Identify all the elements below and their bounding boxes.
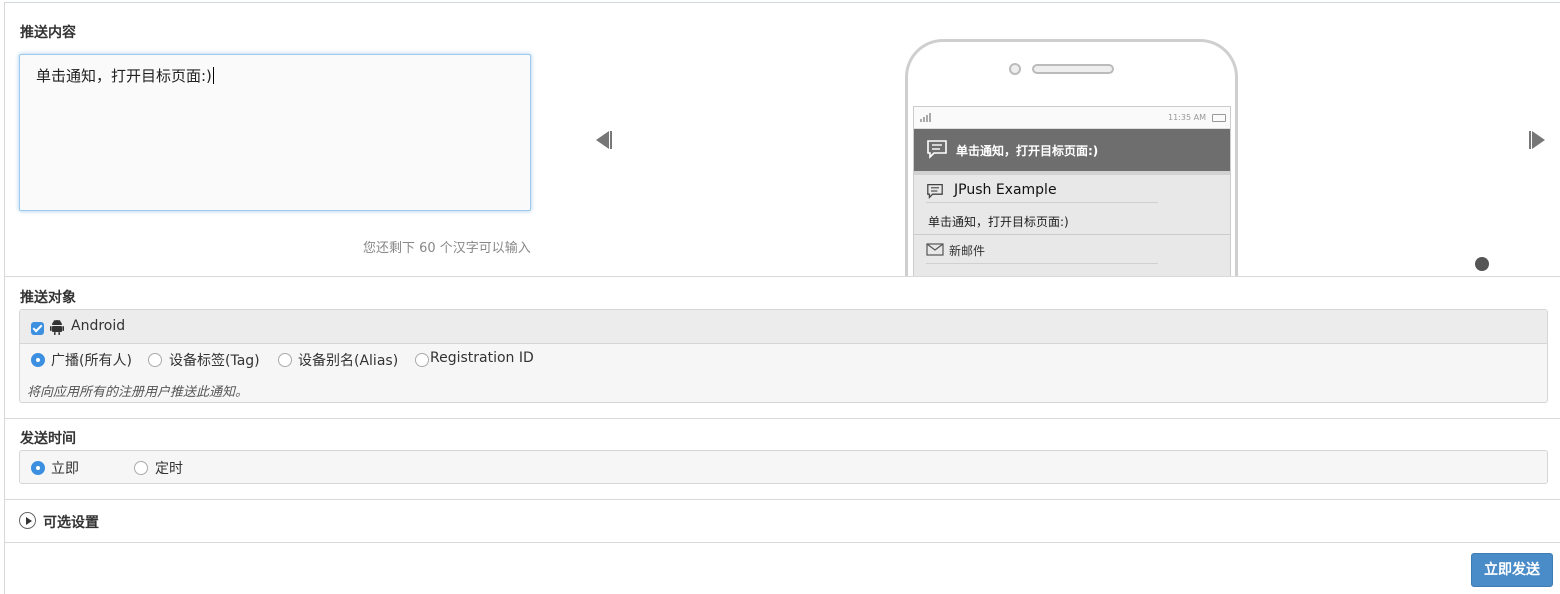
radio-send-now[interactable] bbox=[31, 461, 45, 475]
android-icon bbox=[50, 319, 64, 335]
target-section-title: 推送对象 bbox=[20, 290, 76, 306]
radio-scheduled-label[interactable]: 定时 bbox=[155, 458, 183, 478]
time-section-title: 发送时间 bbox=[20, 431, 76, 447]
radio-broadcast-label[interactable]: 广播(所有人) bbox=[51, 350, 132, 370]
radio-registration-id[interactable] bbox=[415, 353, 429, 367]
next-arrow-icon[interactable] bbox=[1527, 129, 1547, 151]
radio-tag[interactable] bbox=[148, 353, 162, 367]
text-cursor bbox=[212, 67, 214, 84]
radio-tag-label[interactable]: 设备标签(Tag) bbox=[169, 350, 260, 370]
prev-arrow-icon[interactable] bbox=[594, 129, 614, 151]
remaining-chars-hint: 您还剩下 60 个汉字可以输入 bbox=[363, 241, 531, 256]
optional-settings-toggle[interactable]: 可选设置 bbox=[43, 512, 99, 532]
time-panel: 立即 定时 bbox=[19, 450, 1548, 484]
platform-header: Android bbox=[20, 310, 1547, 344]
android-checkbox[interactable] bbox=[31, 322, 44, 335]
target-hint: 将向应用所有的注册用户推送此通知。 bbox=[27, 385, 249, 400]
radio-send-now-label[interactable]: 立即 bbox=[51, 458, 79, 478]
push-content-textarea[interactable]: 单击通知，打开目标页面:) bbox=[19, 54, 531, 211]
radio-broadcast[interactable] bbox=[31, 353, 45, 367]
divider bbox=[5, 499, 1560, 500]
expand-triangle-icon[interactable] bbox=[19, 512, 36, 529]
divider bbox=[5, 542, 1560, 543]
content-section-title: 推送内容 bbox=[20, 25, 76, 41]
android-label: Android bbox=[71, 318, 126, 334]
divider bbox=[5, 276, 1560, 277]
target-panel: Android 广播(所有人) 设备标签(Tag) 设备别名(Alias) Re… bbox=[19, 309, 1548, 403]
radio-alias-label[interactable]: 设备别名(Alias) bbox=[298, 350, 398, 370]
divider bbox=[5, 418, 1560, 419]
push-content-text: 单击通知，打开目标页面:) bbox=[36, 67, 212, 85]
radio-alias[interactable] bbox=[278, 353, 292, 367]
carousel-indicator-dot[interactable] bbox=[1475, 257, 1489, 271]
radio-registration-id-label[interactable]: Registration ID bbox=[430, 350, 534, 366]
send-now-button[interactable]: 立即发送 bbox=[1471, 553, 1553, 587]
radio-scheduled[interactable] bbox=[134, 461, 148, 475]
